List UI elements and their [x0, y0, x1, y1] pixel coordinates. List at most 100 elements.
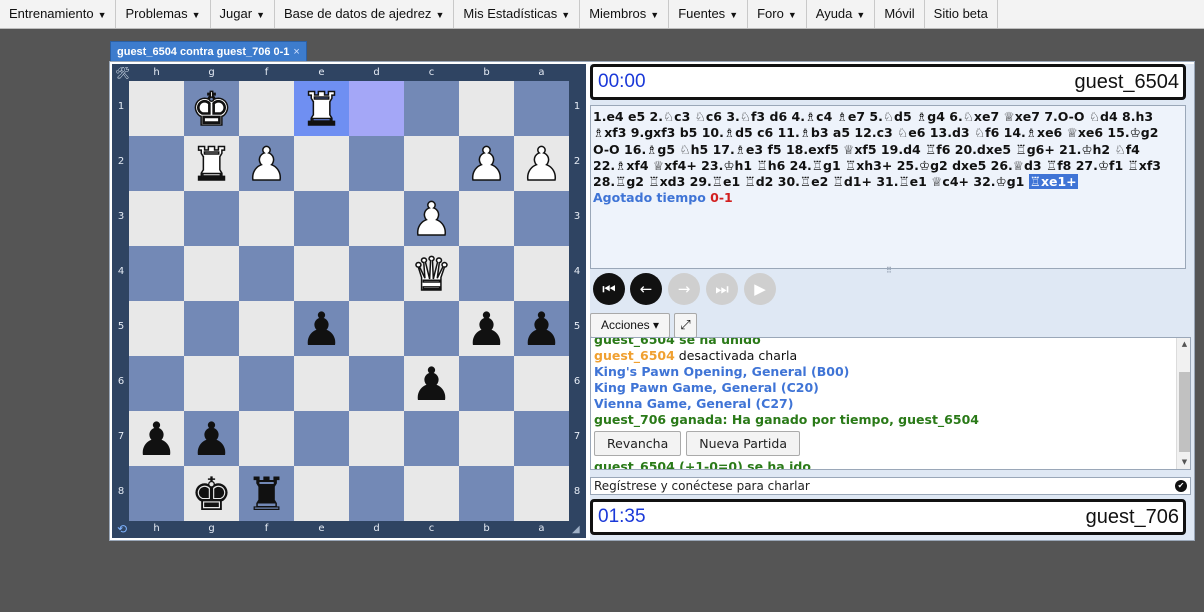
- move[interactable]: ♖xh3+: [845, 158, 892, 173]
- move[interactable]: f5: [767, 142, 781, 157]
- rematch-button[interactable]: Revancha: [594, 431, 682, 456]
- chat-input[interactable]: Regístrese y conéctese para charlar ✔: [590, 477, 1191, 495]
- actions-dropdown-button[interactable]: Acciones ▾: [590, 313, 670, 338]
- menu-item-0[interactable]: Entrenamiento ▼: [0, 0, 117, 28]
- menu-item-10[interactable]: Sitio beta: [925, 0, 998, 28]
- square-a1[interactable]: [514, 81, 569, 136]
- move[interactable]: ♖d2: [745, 174, 774, 189]
- black-pawn-icon[interactable]: ♟: [411, 361, 452, 407]
- first-move-button[interactable]: ⏮: [593, 273, 625, 305]
- square-b5[interactable]: ♟: [459, 301, 514, 356]
- close-tab-icon[interactable]: ×: [293, 46, 299, 58]
- move[interactable]: a5: [833, 125, 850, 140]
- square-d7[interactable]: [349, 411, 404, 466]
- square-h4[interactable]: [129, 246, 184, 301]
- menu-item-4[interactable]: Mis Estadísticas ▼: [454, 0, 581, 28]
- chat-user[interactable]: guest_6504: [594, 348, 675, 363]
- chat-scrollbar[interactable]: ▲ ▼: [1176, 338, 1190, 469]
- square-h3[interactable]: [129, 191, 184, 246]
- opening-link[interactable]: King's Pawn Opening, General (B00): [594, 364, 1174, 380]
- black-pawn-icon[interactable]: ♟: [521, 306, 562, 352]
- square-d3[interactable]: [349, 191, 404, 246]
- tools-icon[interactable]: 🛠: [115, 66, 130, 80]
- white-king-icon[interactable]: ♚: [190, 85, 233, 133]
- move[interactable]: O-O: [593, 142, 620, 157]
- square-g4[interactable]: [184, 246, 239, 301]
- move[interactable]: 22.♗xf4: [593, 158, 649, 173]
- black-pawn-icon[interactable]: ♟: [301, 306, 342, 352]
- move[interactable]: 16.♗g5: [624, 142, 675, 157]
- move[interactable]: 30.♖e2: [778, 174, 829, 189]
- move[interactable]: 8.h3: [1122, 109, 1153, 124]
- move[interactable]: 6.♘xe7: [949, 109, 999, 124]
- square-b1[interactable]: [459, 81, 514, 136]
- square-h1[interactable]: [129, 81, 184, 136]
- move[interactable]: ♖xf3: [1128, 158, 1161, 173]
- board-resize-grip-icon[interactable]: ◢: [572, 524, 584, 536]
- square-f5[interactable]: [239, 301, 294, 356]
- top-player-name[interactable]: guest_6504: [1074, 71, 1179, 94]
- move[interactable]: ♗xf3: [593, 125, 626, 140]
- square-f1[interactable]: [239, 81, 294, 136]
- opening-link[interactable]: King Pawn Game, General (C20): [594, 380, 1174, 396]
- square-h6[interactable]: [129, 356, 184, 411]
- square-e2[interactable]: [294, 136, 349, 191]
- square-f6[interactable]: [239, 356, 294, 411]
- square-d8[interactable]: [349, 466, 404, 521]
- black-pawn-icon[interactable]: ♟: [136, 416, 177, 462]
- move[interactable]: ♕xf5: [843, 142, 876, 157]
- previous-move-button[interactable]: ←: [630, 273, 662, 305]
- move[interactable]: ♖g6+: [1015, 142, 1054, 157]
- move[interactable]: ♕c4+: [931, 174, 969, 189]
- square-c4[interactable]: ♛: [404, 246, 459, 301]
- move[interactable]: 10.♗d5: [702, 125, 753, 140]
- move[interactable]: 15.♔g2: [1107, 125, 1158, 140]
- move-list-resize-icon[interactable]: ⠿: [886, 267, 896, 275]
- move[interactable]: ♗e7: [837, 109, 865, 124]
- send-icon[interactable]: ✔: [1175, 480, 1187, 492]
- flip-board-icon[interactable]: ⟲: [115, 522, 129, 536]
- bottom-player-name[interactable]: guest_706: [1086, 506, 1179, 529]
- square-d6[interactable]: [349, 356, 404, 411]
- white-rook-icon[interactable]: ♜: [190, 140, 233, 188]
- scroll-up-icon[interactable]: ▲: [1180, 340, 1189, 349]
- move[interactable]: ♘e6: [897, 125, 925, 140]
- square-a5[interactable]: ♟: [514, 301, 569, 356]
- next-move-button[interactable]: →: [668, 273, 700, 305]
- square-h8[interactable]: [129, 466, 184, 521]
- move[interactable]: 26.♕d3: [991, 158, 1042, 173]
- square-h5[interactable]: [129, 301, 184, 356]
- square-a7[interactable]: [514, 411, 569, 466]
- move[interactable]: ♗g4: [916, 109, 945, 124]
- move[interactable]: 32.♔g1: [973, 174, 1024, 189]
- move[interactable]: 11.♗b3: [778, 125, 829, 140]
- move[interactable]: 2.♘c3: [650, 109, 691, 124]
- move[interactable]: 1.e4: [593, 109, 624, 124]
- square-g7[interactable]: ♟: [184, 411, 239, 466]
- square-c3[interactable]: ♟: [404, 191, 459, 246]
- square-e7[interactable]: [294, 411, 349, 466]
- menu-item-8[interactable]: Ayuda ▼: [807, 0, 876, 28]
- move[interactable]: 5.♘d5: [869, 109, 911, 124]
- white-rook-icon[interactable]: ♜: [300, 85, 343, 133]
- square-c2[interactable]: [404, 136, 459, 191]
- move[interactable]: ♖h6: [756, 158, 785, 173]
- square-a6[interactable]: [514, 356, 569, 411]
- last-move-button[interactable]: ⏭: [706, 273, 738, 305]
- move[interactable]: ♘f4: [1114, 142, 1139, 157]
- square-h2[interactable]: [129, 136, 184, 191]
- square-a4[interactable]: [514, 246, 569, 301]
- move[interactable]: ♖xe1+: [1028, 174, 1078, 190]
- square-c7[interactable]: [404, 411, 459, 466]
- square-f2[interactable]: ♟: [239, 136, 294, 191]
- square-d4[interactable]: [349, 246, 404, 301]
- white-pawn-icon[interactable]: ♟: [245, 140, 288, 188]
- menu-item-7[interactable]: Foro ▼: [748, 0, 807, 28]
- square-f3[interactable]: [239, 191, 294, 246]
- move[interactable]: ♖f8: [1046, 158, 1071, 173]
- white-pawn-icon[interactable]: ♟: [520, 140, 563, 188]
- white-pawn-icon[interactable]: ♟: [410, 195, 453, 243]
- menu-item-5[interactable]: Miembros ▼: [580, 0, 670, 28]
- move[interactable]: d6: [770, 109, 788, 124]
- square-b8[interactable]: [459, 466, 514, 521]
